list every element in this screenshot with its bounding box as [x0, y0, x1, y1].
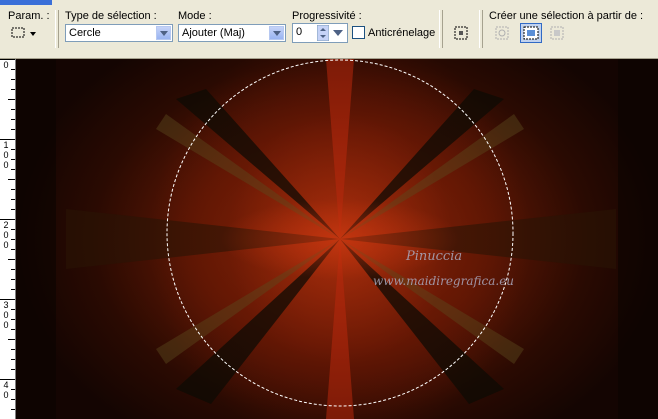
ruler-tick [11, 249, 15, 250]
ruler-tick [8, 99, 15, 100]
image-canvas[interactable]: Pinuccia www.maidiregrafica.eu [16, 59, 658, 419]
slider-icon[interactable] [331, 27, 345, 39]
ruler-tick [11, 289, 15, 290]
ruler-tick [11, 69, 15, 70]
ruler-tick [11, 89, 15, 90]
ruler-tick [11, 149, 15, 150]
image-selection-icon [550, 26, 564, 40]
canvas-selection-icon [523, 26, 539, 40]
selection-type-label: Type de sélection : [65, 10, 157, 22]
mode-value: Ajouter (Maj) [182, 27, 245, 39]
ruler-tick [8, 339, 15, 340]
layer-selection-icon [495, 26, 509, 40]
ruler-tick [11, 399, 15, 400]
select-none-button[interactable] [451, 24, 471, 42]
ruler-tick [11, 319, 15, 320]
toolbar-separator [479, 10, 483, 48]
selection-from-image-button[interactable] [547, 24, 567, 42]
ruler-tick [11, 119, 15, 120]
ruler-number: 2 [3, 220, 9, 230]
toolbar-separator [439, 10, 443, 48]
select-none-icon [454, 26, 468, 40]
param-label: Param. : [8, 10, 50, 22]
ruler-number: 0 [3, 310, 9, 320]
ruler-tick [11, 189, 15, 190]
ruler-tick [11, 269, 15, 270]
ruler-tick [11, 129, 15, 130]
ruler-tick [11, 79, 15, 80]
ruler-tick [11, 349, 15, 350]
ruler-number: 1 [3, 140, 9, 150]
toolbar-separator [55, 10, 59, 48]
ruler-number: 0 [3, 230, 9, 240]
ruler-number: 0 [3, 150, 9, 160]
watermark-url: www.maidiregrafica.eu [373, 274, 515, 288]
ruler-tick [11, 209, 15, 210]
mode-dropdown[interactable]: Ajouter (Maj) [178, 24, 286, 42]
selection-toolbar: Param. : Type de sélection : Cercle Mode… [0, 0, 658, 59]
ruler-number: 0 [3, 320, 9, 330]
selection-from-canvas-button[interactable] [520, 23, 542, 43]
kaleidoscope-image [16, 59, 658, 419]
ruler-tick [11, 359, 15, 360]
feather-label: Progressivité : [292, 10, 362, 22]
chevron-down-icon[interactable] [156, 26, 171, 40]
ruler-tick [11, 279, 15, 280]
selection-type-dropdown[interactable]: Cercle [65, 24, 173, 42]
feather-spinbox[interactable]: 0 [292, 23, 348, 43]
vertical-ruler: 0 1 0 0 2 0 0 3 0 0 4 0 [0, 59, 16, 419]
watermark-author: Pinuccia [406, 249, 463, 264]
feather-value: 0 [296, 26, 303, 38]
ruler-tick [11, 309, 15, 310]
chevron-down-icon[interactable] [269, 26, 284, 40]
selection-preset-icon [11, 27, 36, 38]
selection-from-layer-button[interactable] [492, 24, 512, 42]
ruler-number: 4 [3, 380, 9, 390]
title-strip [0, 0, 52, 5]
ruler-tick [11, 329, 15, 330]
selection-type-value: Cercle [69, 27, 101, 39]
ruler-tick [11, 109, 15, 110]
ruler-tick [11, 409, 15, 410]
ruler-tick [11, 369, 15, 370]
spin-arrows-icon[interactable] [317, 25, 329, 41]
ruler-tick [11, 389, 15, 390]
presets-button[interactable] [8, 24, 40, 42]
ruler-tick [11, 229, 15, 230]
ruler-tick [11, 159, 15, 160]
antialias-label: Anticrénelage [368, 27, 436, 39]
create-selection-label: Créer une sélection à partir de : [489, 10, 644, 22]
ruler-tick [11, 169, 15, 170]
ruler-number: 0 [3, 240, 9, 250]
ruler-tick [8, 179, 15, 180]
ruler-tick [11, 239, 15, 240]
ruler-number: 0 [3, 160, 9, 170]
mode-label: Mode : [178, 10, 212, 22]
ruler-tick [11, 199, 15, 200]
ruler-number: 0 [3, 390, 9, 400]
antialias-checkbox[interactable] [352, 26, 365, 39]
ruler-number: 3 [3, 300, 9, 310]
ruler-number: 0 [3, 60, 9, 70]
ruler-tick [8, 259, 15, 260]
